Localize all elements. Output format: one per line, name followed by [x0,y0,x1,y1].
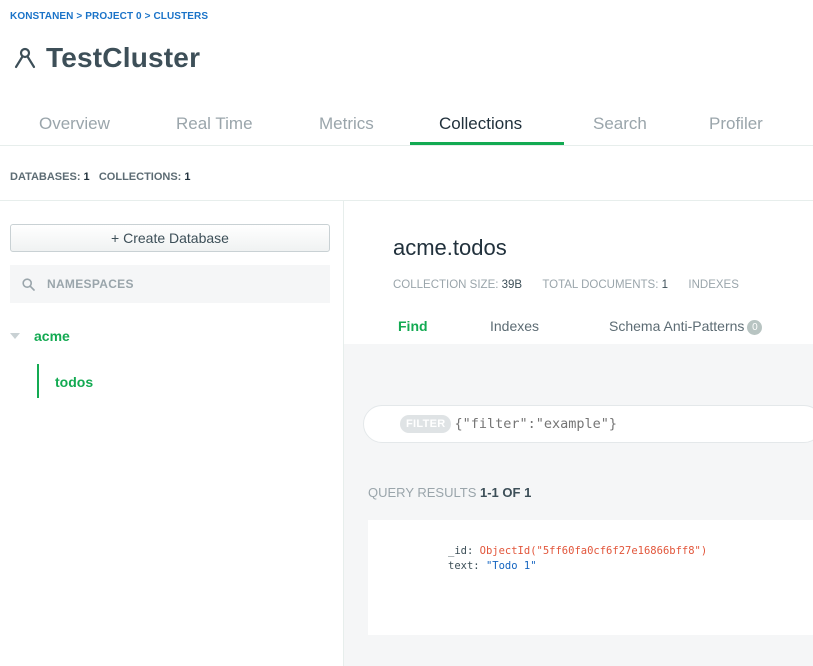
namespace-search[interactable]: NAMESPACES [10,265,330,303]
tab-search[interactable]: Search [593,114,647,134]
field-value: ObjectId("5ff60fa0cf6f27e16866bff8") [479,545,708,557]
total-documents-label: TOTAL DOCUMENTS: [542,279,659,291]
create-database-button[interactable]: + Create Database [10,224,330,252]
query-results-summary: QUERY RESULTS 1-1 OF 1 [368,485,531,500]
collections-count: 1 [184,171,191,183]
subtab-schema-anti-patterns[interactable]: Schema Anti-Patterns 0 [609,318,763,335]
namespace-search-placeholder: NAMESPACES [47,277,134,291]
collection-size-label: COLLECTION SIZE: [393,279,499,291]
page-title: TestCluster [46,42,201,73]
document-field: _id: ObjectId("5ff60fa0cf6f27e16866bff8"… [448,545,707,557]
divider [0,200,813,201]
document-field: text: "Todo 1" [448,560,537,572]
sidebar-database-acme[interactable]: acme [10,328,70,344]
tab-profiler[interactable]: Profiler [709,114,763,134]
breadcrumb-project[interactable]: PROJECT 0 [85,11,141,22]
database-counts: DATABASES: 1 COLLECTIONS: 1 [10,171,191,183]
collection-stats: COLLECTION SIZE: 39B TOTAL DOCUMENTS: 1 … [393,279,739,291]
tab-real-time[interactable]: Real Time [176,114,253,134]
breadcrumb-org[interactable]: KONSTANEN [10,11,74,22]
caret-down-icon[interactable] [10,333,20,339]
filter-badge: FILTER [400,415,452,433]
indexes-label: INDEXES [688,279,739,291]
namespace-title: acme.todos [393,235,507,260]
page-header: TestCluster [12,42,200,74]
filter-bar[interactable]: FILTER [363,405,813,443]
collections-count-label: COLLECTIONS: [98,171,182,183]
collection-size: 39B [501,279,523,291]
breadcrumb: KONSTANEN > PROJECT 0 > CLUSTERS [10,11,208,22]
query-results-label: QUERY RESULTS [368,485,477,500]
selected-collection-indicator [37,364,39,398]
total-documents: 1 [661,279,668,291]
breadcrumb-clusters[interactable]: CLUSTERS [153,11,208,22]
tab-collections[interactable]: Collections [439,114,522,134]
filter-input[interactable] [454,416,813,432]
field-key: text: [448,560,480,572]
document-card[interactable]: _id: ObjectId("5ff60fa0cf6f27e16866bff8"… [368,520,813,635]
query-results-range: 1-1 OF 1 [480,485,532,500]
cluster-icon [14,47,36,69]
active-tab-indicator [410,142,564,145]
count-badge: 0 [747,320,763,335]
sidebar-collection-todos[interactable]: todos [55,374,93,390]
subtab-indexes[interactable]: Indexes [490,318,539,334]
field-value: "Todo 1" [485,560,537,572]
cluster-tabs: Overview Real Time Metrics Collections S… [0,104,813,146]
search-icon [22,277,35,291]
tab-overview[interactable]: Overview [39,114,110,134]
subtab-label: Schema Anti-Patterns [609,318,745,334]
field-key: _id: [448,545,474,557]
subtab-find[interactable]: Find [398,318,428,334]
tab-metrics[interactable]: Metrics [319,114,374,134]
breadcrumb-separator: > [76,11,83,22]
collection-subtabs: Find Indexes Schema Anti-Patterns 0 [344,312,813,344]
databases-count: 1 [83,171,90,183]
databases-count-label: DATABASES: [10,171,81,183]
breadcrumb-separator: > [144,11,151,22]
database-name: acme [34,328,70,344]
